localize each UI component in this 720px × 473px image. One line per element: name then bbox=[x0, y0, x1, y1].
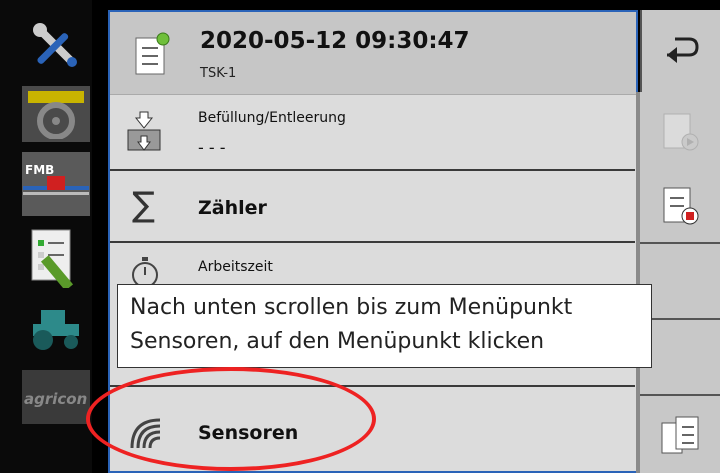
tractor-icon[interactable] bbox=[22, 86, 90, 142]
menu-item-label: Arbeitszeit bbox=[198, 259, 273, 275]
tooltip-line-2: Sensoren, auf den Menüpunkt klicken bbox=[130, 329, 545, 354]
task-start-icon bbox=[663, 113, 699, 151]
task-edit-icon[interactable] bbox=[22, 222, 90, 290]
tractor-green-icon[interactable] bbox=[22, 298, 90, 358]
sigma-icon: ∑ bbox=[132, 185, 155, 225]
toolbar-divider bbox=[640, 242, 720, 244]
start-task-button[interactable] bbox=[640, 102, 720, 162]
header: 2020-05-12 09:30:47 TSK-1 bbox=[110, 12, 636, 95]
instruction-tooltip: Nach unten scrollen bis zum Menüpunkt Se… bbox=[117, 284, 652, 368]
stop-task-button[interactable] bbox=[640, 176, 720, 236]
task-overview-button[interactable] bbox=[640, 402, 720, 470]
page-title: 2020-05-12 09:30:47 bbox=[200, 28, 470, 54]
right-toolbar bbox=[640, 10, 720, 473]
sprayer-fmb-icon[interactable]: FMB bbox=[22, 152, 90, 216]
menu-item-zaehler[interactable]: ∑ Zähler bbox=[110, 171, 635, 243]
menu-item-befuellung[interactable]: Befüllung/Entleerung - - - bbox=[110, 96, 635, 171]
highlight-ellipse bbox=[86, 367, 376, 471]
agricon-label: agricon bbox=[24, 390, 87, 408]
back-icon bbox=[667, 37, 699, 63]
settings-icon[interactable] bbox=[22, 14, 90, 78]
task-stop-icon bbox=[663, 187, 699, 225]
task-id: TSK-1 bbox=[200, 66, 237, 81]
fmb-label: FMB bbox=[25, 163, 54, 177]
menu-item-label: Zähler bbox=[198, 197, 267, 219]
toolbar-divider bbox=[640, 394, 720, 396]
task-list-icon bbox=[132, 32, 172, 82]
toolbar-divider bbox=[640, 318, 720, 320]
agricon-logo[interactable]: agricon bbox=[22, 370, 90, 424]
task-list-double-icon bbox=[661, 416, 699, 454]
back-button[interactable] bbox=[640, 10, 720, 92]
menu-item-value: - - - bbox=[198, 138, 226, 157]
left-sidebar: FMB agricon bbox=[0, 0, 92, 473]
menu-item-label: Befüllung/Entleerung bbox=[198, 110, 346, 126]
fill-drain-icon bbox=[124, 110, 164, 158]
tooltip-line-1: Nach unten scrollen bis zum Menüpunkt bbox=[130, 295, 573, 320]
